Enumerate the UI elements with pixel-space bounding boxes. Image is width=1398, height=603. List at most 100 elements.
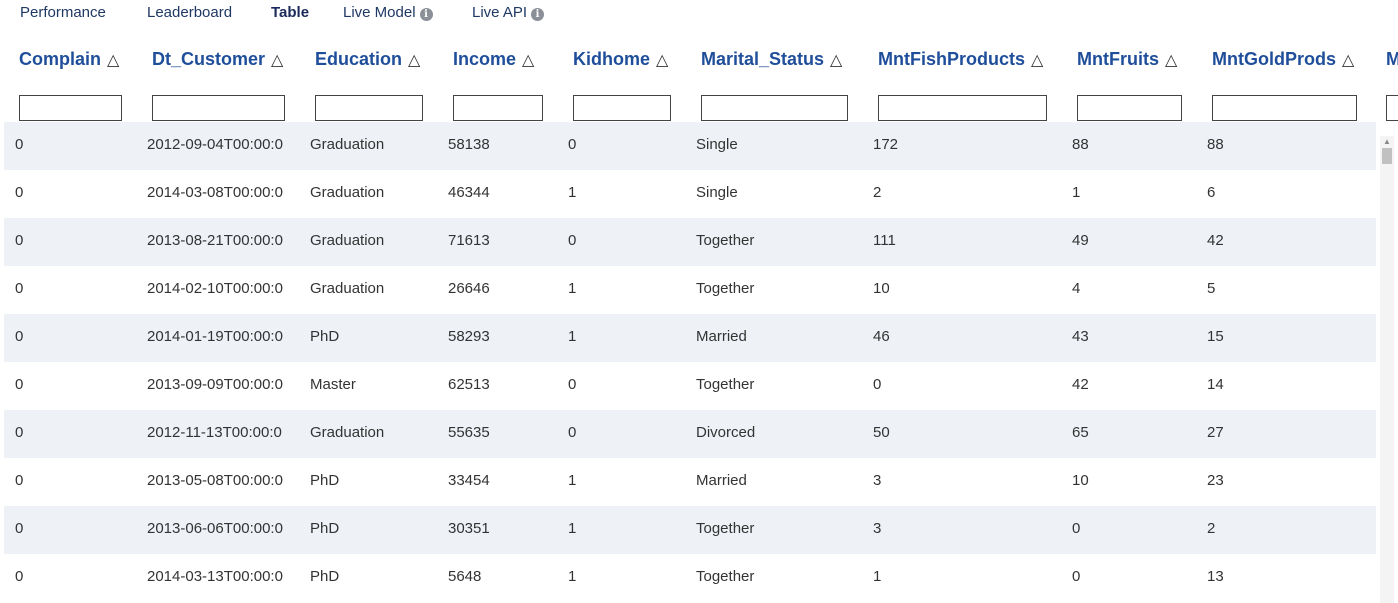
table-row[interactable]: 0 2012-11-13T00:00:0 Graduation 55635 0 Divor…: [4, 410, 1376, 458]
table-cell: 2012-11-13T00:00:0: [147, 424, 282, 441]
column-filter-input[interactable]: [1077, 95, 1182, 121]
table-cell: 23: [1207, 472, 1224, 489]
sort-triangle-icon[interactable]: △: [1165, 52, 1177, 69]
column-header[interactable]: MntGoldProds △: [1212, 48, 1354, 72]
table-row[interactable]: 0 2013-05-08T00:00:0 PhD 33454 1 Married 3 10 23: [4, 458, 1376, 506]
table-cell: 0: [15, 424, 24, 441]
table-cell: Together: [696, 520, 755, 537]
table-row[interactable]: 0 2013-09-09T00:00:0 Master 62513 0 Together 0…: [4, 362, 1376, 410]
tab-live-api-label: Live API: [472, 4, 528, 21]
sort-triangle-icon[interactable]: △: [408, 52, 420, 69]
table-cell: 1: [568, 520, 577, 537]
table-row[interactable]: 0 2014-03-08T00:00:0 Graduation 46344 1 Singl…: [4, 170, 1376, 218]
table-cell: PhD: [310, 472, 340, 489]
column-header[interactable]: Kidhome △: [573, 48, 668, 72]
table-cell: 13: [1207, 568, 1224, 585]
table-cell: 0: [1072, 520, 1081, 537]
sort-triangle-icon[interactable]: △: [656, 52, 668, 69]
table-row[interactable]: 0 2013-06-06T00:00:0 PhD 30351 1 Together 3 0 2: [4, 506, 1376, 554]
column-filter-input[interactable]: [453, 95, 543, 121]
column-header-label: Income: [453, 49, 517, 69]
table-cell: Single: [696, 136, 738, 153]
table-row[interactable]: 0 2012-09-04T00:00:0 Graduation 58138 0 Singl…: [4, 122, 1376, 170]
table-cell: Together: [696, 280, 755, 297]
sort-triangle-icon[interactable]: △: [1031, 52, 1043, 69]
scroll-thumb[interactable]: [1382, 148, 1392, 164]
table-cell: 0: [1072, 568, 1081, 585]
sort-triangle-icon[interactable]: △: [1342, 52, 1354, 69]
table-cell: 15: [1207, 328, 1224, 345]
table-cell: 55635: [448, 424, 490, 441]
table-cell: 50: [873, 424, 890, 441]
column-header[interactable]: Education △: [315, 48, 420, 72]
tab-live-api[interactable]: Live API i: [472, 4, 545, 22]
table-cell: Graduation: [310, 136, 385, 153]
table-row[interactable]: 0 2014-01-19T00:00:0 PhD 58293 1 Married 46 43 1…: [4, 314, 1376, 362]
column-header[interactable]: Dt_Customer △: [152, 48, 283, 72]
column-filter-input[interactable]: [573, 95, 671, 121]
sort-triangle-icon[interactable]: △: [107, 52, 119, 69]
column-filter-input[interactable]: [152, 95, 285, 121]
table-cell: 1: [568, 472, 577, 489]
column-header[interactable]: MntFishProducts △: [878, 48, 1043, 72]
column-header-label: Complain: [19, 49, 102, 69]
column-filter-input[interactable]: [1212, 95, 1357, 121]
table-cell: 2014-03-13T00:00:0: [147, 568, 283, 585]
tab-leaderboard[interactable]: Leaderboard: [147, 4, 232, 22]
column-filter-input[interactable]: [19, 95, 122, 121]
table-cell: Graduation: [310, 184, 385, 201]
table-cell: 1: [568, 568, 577, 585]
table-cell: 1: [568, 184, 577, 201]
sort-triangle-icon[interactable]: △: [522, 52, 534, 69]
table-cell: 46: [873, 328, 890, 345]
table-cell: 0: [568, 232, 577, 249]
table-row[interactable]: 0 2014-03-13T00:00:0 PhD 5648 1 Together 1 0 13: [4, 554, 1376, 602]
column-header[interactable]: Income △: [453, 48, 534, 72]
table-cell: 4: [1072, 280, 1081, 297]
table-cell: Together: [696, 376, 755, 393]
table-cell: 88: [1207, 136, 1224, 153]
table-cell: 58293: [448, 328, 490, 345]
table-cell: 1: [1072, 184, 1081, 201]
column-header-label: MntGoldProds: [1212, 49, 1336, 69]
sort-triangle-icon[interactable]: △: [271, 52, 283, 69]
scroll-up-arrow-icon[interactable]: ▲: [1380, 136, 1394, 148]
tab-bar: Performance Leaderboard Table Live Model…: [0, 0, 1398, 28]
table-cell: 2014-03-08T00:00:0: [147, 184, 283, 201]
column-header-label: MntFruits: [1077, 49, 1159, 69]
column-filter-input[interactable]: [878, 95, 1047, 121]
table-cell: 49: [1072, 232, 1089, 249]
tab-table[interactable]: Table: [271, 4, 309, 22]
table-cell: PhD: [310, 520, 340, 537]
table-cell: 1: [568, 328, 577, 345]
column-header[interactable]: Complain △: [19, 48, 119, 72]
table-cell: 42: [1207, 232, 1224, 249]
column-header-label: Education: [315, 49, 403, 69]
table-cell: 5648: [448, 568, 482, 585]
table-cell: Together: [696, 232, 755, 249]
table-cell: 0: [15, 328, 24, 345]
tab-live-model[interactable]: Live Model i: [343, 4, 433, 22]
table-cell: 0: [15, 472, 24, 489]
table-cell: 2013-05-08T00:00:0: [147, 472, 283, 489]
table-row[interactable]: 0 2014-02-10T00:00:0 Graduation 26646 1 Toget…: [4, 266, 1376, 314]
tab-live-model-label: Live Model: [343, 4, 416, 21]
column-header[interactable]: MntFruits △: [1077, 48, 1177, 72]
column-filter-input[interactable]: [315, 95, 423, 121]
column-header[interactable]: Marital_Status △: [701, 48, 842, 72]
column-filter-input[interactable]: [701, 95, 848, 121]
table-cell: 1: [873, 568, 882, 585]
table-cell: 0: [568, 136, 577, 153]
table-cell: Divorced: [696, 424, 756, 441]
column-header[interactable]: M: [1386, 48, 1398, 70]
vertical-scrollbar[interactable]: ▲: [1380, 136, 1394, 603]
column-header-label: M: [1386, 49, 1398, 69]
sort-triangle-icon[interactable]: △: [830, 52, 842, 69]
table-cell: 2012-09-04T00:00:0: [147, 136, 283, 153]
table-cell: 0: [15, 376, 24, 393]
table-cell: 46344: [448, 184, 490, 201]
table-row[interactable]: 0 2013-08-21T00:00:0 Graduation 71613 0 Toget…: [4, 218, 1376, 266]
tab-performance[interactable]: Performance: [20, 4, 106, 22]
column-filter-input[interactable]: [1386, 95, 1398, 121]
table-cell: 0: [15, 520, 24, 537]
